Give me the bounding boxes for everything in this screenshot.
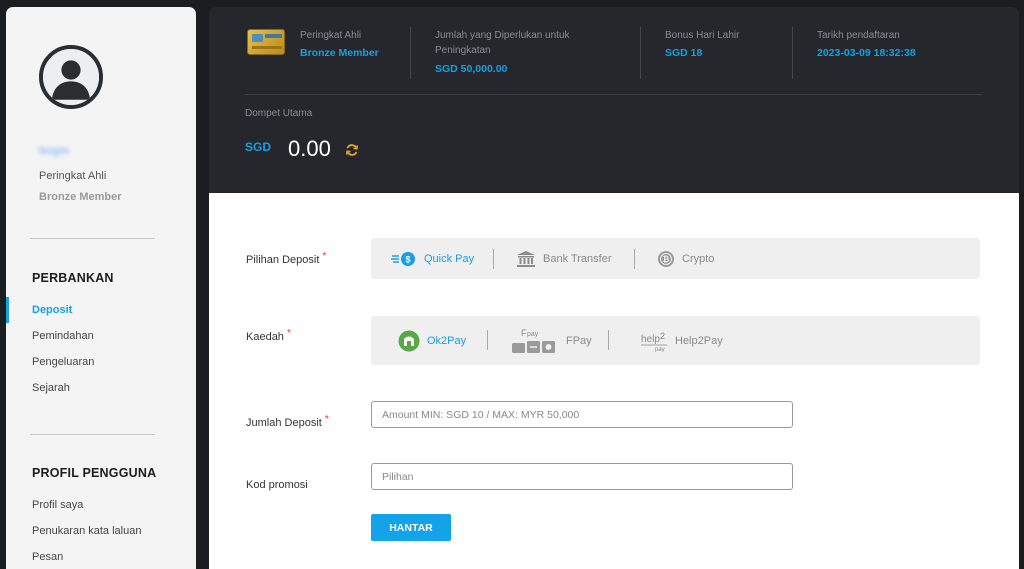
main-panel: Peringkat Ahli Bronze Member Jumlah yang… <box>209 7 1019 569</box>
svg-text:pay: pay <box>655 347 665 352</box>
refresh-icon[interactable] <box>345 143 359 157</box>
sidebar-item-transfer[interactable]: Pemindahan <box>32 330 94 342</box>
option-separator <box>493 249 494 269</box>
method-option-help2pay[interactable]: help 2 pay Help2Pay <box>640 316 723 365</box>
member-rank-label: Peringkat Ahli <box>39 170 107 182</box>
member-card-icon <box>247 29 285 55</box>
deposit-option-crypto[interactable]: ₿ Crypto <box>657 238 714 279</box>
crypto-coin-icon: ₿ <box>657 250 675 268</box>
sidebar-item-history[interactable]: Sejarah <box>32 382 70 394</box>
quick-pay-coin-icon: $ <box>391 251 417 267</box>
sidebar: bogm Peringkat Ahli Bronze Member PERBAN… <box>6 7 196 569</box>
svg-text:2: 2 <box>660 331 665 341</box>
sidebar-item-messages[interactable]: Pesan <box>32 551 63 563</box>
submit-button[interactable]: HANTAR <box>371 514 451 541</box>
ok2pay-label: Ok2Pay <box>427 334 467 347</box>
wallet-currency: SGD <box>245 140 272 154</box>
deposit-form: Pilihan Deposit * $ Quick Pay Bank Trans… <box>209 193 1019 569</box>
banking-section-title: PERBANKAN <box>32 271 114 285</box>
help2pay-logo: help 2 pay <box>640 330 668 352</box>
member-rank-value: Bronze Member <box>39 191 122 203</box>
required-amount-value: SGD 50,000.00 <box>435 63 508 75</box>
promo-code-label: Kod promosi <box>246 479 308 491</box>
svg-text:₿: ₿ <box>663 255 670 264</box>
active-indicator <box>6 297 9 323</box>
account-summary-header: Peringkat Ahli Bronze Member Jumlah yang… <box>209 7 1019 193</box>
deposit-amount-label: Jumlah Deposit * <box>246 414 329 429</box>
method-option-group: Ok2Pay F pay FPay help 2 pay Help2Pay <box>371 316 980 365</box>
option-separator <box>487 330 488 350</box>
deposit-amount-input[interactable]: Amount MIN: SGD 10 / MAX: MYR 50,000 <box>371 401 793 428</box>
fpay-logo: F pay <box>511 326 559 356</box>
svg-text:$: $ <box>405 254 410 264</box>
header-horizontal-divider <box>245 94 982 95</box>
deposit-option-group: $ Quick Pay Bank Transfer ₿ Crypto <box>371 238 980 279</box>
sidebar-item-my-profile[interactable]: Profil saya <box>32 499 83 511</box>
required-amount-label-line1: Jumlah yang Diperlukan untuk <box>435 30 570 41</box>
method-option-fpay[interactable]: F pay FPay <box>511 316 592 365</box>
header-separator <box>792 27 793 79</box>
birthday-bonus-value: SGD 18 <box>665 47 703 59</box>
deposit-option-bank-transfer[interactable]: Bank Transfer <box>516 238 611 279</box>
profile-section-title: PROFIL PENGGUNA <box>32 466 157 480</box>
svg-text:help: help <box>641 334 660 345</box>
method-option-ok2pay[interactable]: Ok2Pay <box>398 316 466 365</box>
header-separator <box>640 27 641 79</box>
option-separator <box>634 249 635 269</box>
sidebar-divider <box>30 238 155 239</box>
required-amount-label-line2: Peningkatan <box>435 45 491 56</box>
sidebar-item-change-password[interactable]: Penukaran kata laluan <box>32 525 141 537</box>
sidebar-divider <box>30 434 155 435</box>
sidebar-item-deposit[interactable]: Deposit <box>32 304 72 316</box>
main-wallet-label: Dompet Utama <box>245 108 313 119</box>
header-rank-value: Bronze Member <box>300 47 379 59</box>
register-date-label: Tarikh pendaftaran <box>817 30 900 41</box>
register-date-value: 2023-03-09 18:32:38 <box>817 47 916 59</box>
user-avatar-icon <box>39 45 103 109</box>
username: bogm <box>39 145 69 157</box>
ok2pay-logo <box>398 330 420 352</box>
sidebar-item-withdrawal[interactable]: Pengeluaran <box>32 356 94 368</box>
wallet-balance: 0.00 <box>288 136 331 161</box>
header-rank-label: Peringkat Ahli <box>300 30 362 41</box>
birthday-bonus-label: Bonus Hari Lahir <box>665 30 740 41</box>
promo-code-input[interactable]: Pilihan <box>371 463 793 490</box>
svg-text:pay: pay <box>527 331 539 338</box>
bank-icon <box>516 250 536 268</box>
method-label: Kaedah * <box>246 328 291 343</box>
option-separator <box>608 330 609 350</box>
deposit-option-label: Pilihan Deposit * <box>246 251 327 266</box>
deposit-option-quick-pay[interactable]: $ Quick Pay <box>391 238 474 279</box>
header-separator <box>410 27 411 79</box>
